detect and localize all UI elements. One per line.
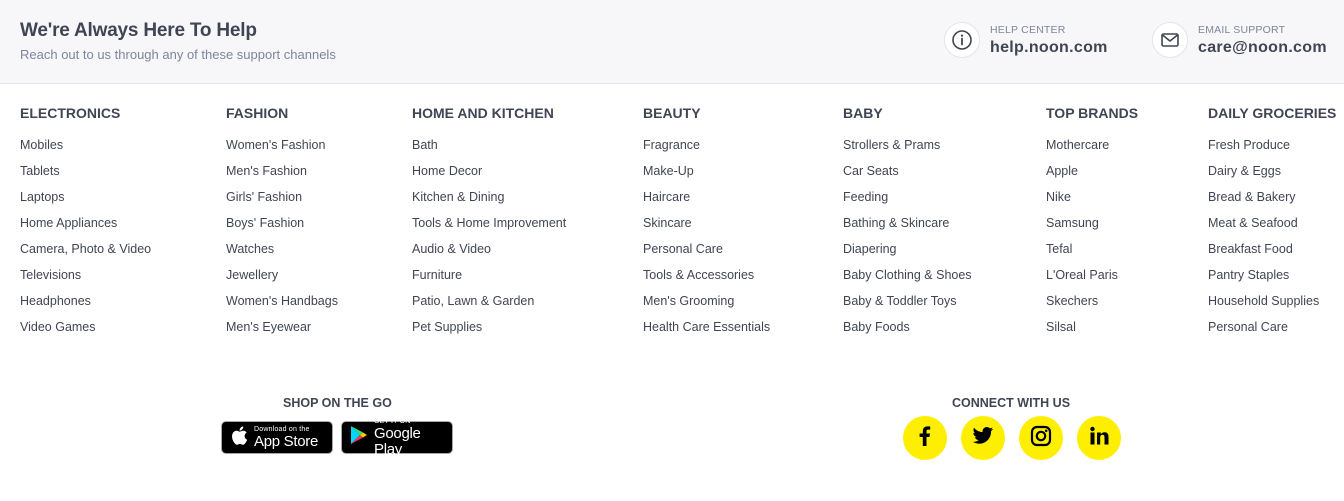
footer-column-daily-groceries: DAILY GROCERIES Fresh Produce Dairy & Eg… <box>1208 104 1336 340</box>
footer-link[interactable]: Mothercare <box>1046 132 1138 158</box>
footer-link[interactable]: Samsung <box>1046 210 1138 236</box>
footer-link[interactable]: Bath <box>412 132 566 158</box>
footer-link[interactable]: Nike <box>1046 184 1138 210</box>
linkedin-icon <box>1089 426 1109 451</box>
footer-link[interactable]: Televisions <box>20 262 151 288</box>
column-heading[interactable]: HOME AND KITCHEN <box>412 104 566 122</box>
footer-column-home-kitchen: HOME AND KITCHEN Bath Home Decor Kitchen… <box>412 104 566 340</box>
footer-link[interactable]: Baby Foods <box>843 314 972 340</box>
footer-link[interactable]: Skechers <box>1046 288 1138 314</box>
footer-link[interactable]: Video Games <box>20 314 151 340</box>
email-support-value[interactable]: care@noon.com <box>1198 39 1327 57</box>
footer-link[interactable]: Baby & Toddler Toys <box>843 288 972 314</box>
footer-link[interactable]: Fragrance <box>643 132 770 158</box>
instagram-icon <box>1030 425 1052 452</box>
column-heading[interactable]: TOP BRANDS <box>1046 104 1138 122</box>
footer-link[interactable]: Laptops <box>20 184 151 210</box>
column-heading[interactable]: BEAUTY <box>643 104 770 122</box>
help-bar: We're Always Here To Help Reach out to u… <box>0 0 1344 84</box>
google-play-icon <box>350 425 368 450</box>
email-support-label: EMAIL SUPPORT <box>1198 23 1286 36</box>
footer-link[interactable]: Health Care Essentials <box>643 314 770 340</box>
footer-link[interactable]: Silsal <box>1046 314 1138 340</box>
column-heading[interactable]: FASHION <box>226 104 338 122</box>
footer-link[interactable]: Fresh Produce <box>1208 132 1336 158</box>
apple-icon <box>230 425 248 451</box>
footer-link[interactable]: Tablets <box>20 158 151 184</box>
column-heading[interactable]: DAILY GROCERIES <box>1208 104 1336 122</box>
footer-link[interactable]: Home Decor <box>412 158 566 184</box>
footer-column-electronics: ELECTRONICS Mobiles Tablets Laptops Home… <box>20 104 151 340</box>
footer-link[interactable]: Bread & Bakery <box>1208 184 1336 210</box>
footer-link[interactable]: Men's Fashion <box>226 158 338 184</box>
facebook-icon <box>915 425 935 452</box>
footer-link[interactable]: Diapering <box>843 236 972 262</box>
footer-link[interactable]: Meat & Seafood <box>1208 210 1336 236</box>
footer-column-fashion: FASHION Women's Fashion Men's Fashion Gi… <box>226 104 338 340</box>
column-heading[interactable]: BABY <box>843 104 972 122</box>
footer-link[interactable]: Skincare <box>643 210 770 236</box>
connect-with-us-title: CONNECT WITH US <box>952 396 1071 410</box>
footer-link[interactable]: L'Oreal Paris <box>1046 262 1138 288</box>
footer-link[interactable]: Mobiles <box>20 132 151 158</box>
help-center-value[interactable]: help.noon.com <box>990 39 1108 57</box>
footer-link[interactable]: Audio & Video <box>412 236 566 262</box>
info-icon <box>944 22 980 58</box>
footer-link[interactable]: Pet Supplies <box>412 314 566 340</box>
footer-link[interactable]: Dairy & Eggs <box>1208 158 1336 184</box>
footer-column-baby: BABY Strollers & Prams Car Seats Feeding… <box>843 104 972 340</box>
footer-column-beauty: BEAUTY Fragrance Make-Up Haircare Skinca… <box>643 104 770 340</box>
footer-link[interactable]: Breakfast Food <box>1208 236 1336 262</box>
footer-link[interactable]: Tools & Home Improvement <box>412 210 566 236</box>
footer-link[interactable]: Personal Care <box>1208 314 1336 340</box>
footer-link[interactable]: Feeding <box>843 184 972 210</box>
google-play-badge[interactable]: GET IT ON Google Play <box>341 418 453 457</box>
footer-column-top-brands: TOP BRANDS Mothercare Apple Nike Samsung… <box>1046 104 1138 340</box>
help-subtitle: Reach out to us through any of these sup… <box>20 47 336 62</box>
footer-link[interactable]: Pantry Staples <box>1208 262 1336 288</box>
shop-on-the-go-title: SHOP ON THE GO <box>283 396 392 410</box>
footer-link[interactable]: Personal Care <box>643 236 770 262</box>
app-store-badge[interactable]: Download on the App Store <box>221 421 333 454</box>
footer-link[interactable]: Household Supplies <box>1208 288 1336 314</box>
footer-link[interactable]: Men's Grooming <box>643 288 770 314</box>
footer-link[interactable]: Baby Clothing & Shoes <box>843 262 972 288</box>
footer-link[interactable]: Camera, Photo & Video <box>20 236 151 262</box>
footer-link[interactable]: Women's Handbags <box>226 288 338 314</box>
footer-link[interactable]: Bathing & Skincare <box>843 210 972 236</box>
column-heading[interactable]: ELECTRONICS <box>20 104 151 122</box>
footer-link[interactable]: Jewellery <box>226 262 338 288</box>
app-store-big-text: App Store <box>254 432 319 450</box>
footer-link[interactable]: Make-Up <box>643 158 770 184</box>
footer-link[interactable]: Car Seats <box>843 158 972 184</box>
footer-link[interactable]: Kitchen & Dining <box>412 184 566 210</box>
footer-link[interactable]: Men's Eyewear <box>226 314 338 340</box>
help-center-link[interactable]: HELP CENTER help.noon.com <box>944 20 1108 60</box>
footer-link[interactable]: Furniture <box>412 262 566 288</box>
footer-link[interactable]: Patio, Lawn & Garden <box>412 288 566 314</box>
footer-link[interactable]: Apple <box>1046 158 1138 184</box>
footer-link[interactable]: Tools & Accessories <box>643 262 770 288</box>
twitter-link[interactable] <box>961 416 1005 460</box>
linkedin-link[interactable] <box>1077 416 1121 460</box>
footer-link[interactable]: Headphones <box>20 288 151 314</box>
footer-link[interactable]: Girls' Fashion <box>226 184 338 210</box>
email-support-link[interactable]: EMAIL SUPPORT care@noon.com <box>1152 20 1327 60</box>
footer-link[interactable]: Women's Fashion <box>226 132 338 158</box>
facebook-link[interactable] <box>903 416 947 460</box>
footer-link[interactable]: Boys' Fashion <box>226 210 338 236</box>
footer-link[interactable]: Haircare <box>643 184 770 210</box>
help-center-label: HELP CENTER <box>990 23 1066 36</box>
twitter-icon <box>972 426 994 451</box>
google-play-big-text: Google Play <box>374 424 421 458</box>
footer-link[interactable]: Strollers & Prams <box>843 132 972 158</box>
instagram-link[interactable] <box>1019 416 1063 460</box>
help-title: We're Always Here To Help <box>20 20 257 41</box>
footer-link[interactable]: Tefal <box>1046 236 1138 262</box>
footer-link[interactable]: Home Appliances <box>20 210 151 236</box>
footer-link[interactable]: Watches <box>226 236 338 262</box>
mail-icon <box>1152 22 1188 58</box>
